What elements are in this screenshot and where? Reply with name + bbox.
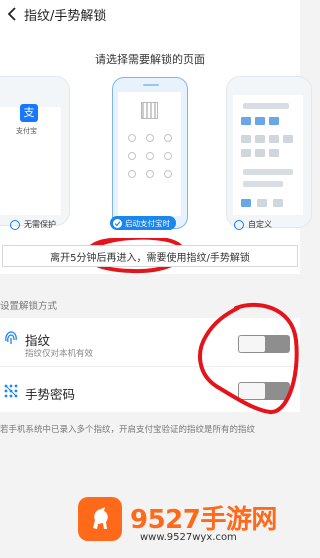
option-label: 自定义	[248, 220, 272, 229]
gesture-dot	[128, 152, 136, 160]
gesture-label: 手势密码	[25, 387, 76, 402]
alipay-app-label: 支付宝	[16, 127, 37, 135]
preview-tile	[255, 135, 265, 143]
radio-icon[interactable]	[10, 219, 20, 230]
gesture-dot	[128, 170, 136, 178]
section-label: 设置解锁方式	[0, 301, 58, 312]
alipay-logo-icon: 支	[20, 104, 38, 122]
preview-tile	[241, 135, 251, 143]
gesture-dot	[146, 170, 154, 178]
preview-tile	[269, 117, 279, 125]
preview-no-protection[interactable]	[0, 76, 70, 226]
gesture-dot	[164, 170, 172, 178]
option-label: 启动支付宝时	[125, 218, 170, 228]
preview-tile	[241, 117, 251, 125]
gesture-dot	[164, 152, 172, 160]
phone-speaker	[143, 84, 159, 86]
preview-tile	[269, 135, 279, 143]
watermark-title: 9527手游网	[130, 505, 277, 535]
chooser-subtitle: 请选择需要解锁的页面	[95, 53, 205, 66]
preview-screen	[0, 107, 61, 215]
preview-custom[interactable]	[226, 76, 312, 228]
gesture-dot	[128, 134, 136, 142]
horse-logo-icon	[78, 497, 122, 541]
option-custom[interactable]: 自定义	[234, 219, 272, 230]
avatar-placeholder-icon	[141, 102, 158, 119]
radio-icon[interactable]	[234, 219, 244, 230]
gesture-dot	[164, 134, 172, 142]
fingerprint-icon	[5, 331, 17, 344]
preview-tile	[269, 149, 279, 157]
check-circle-icon	[113, 218, 122, 228]
preview-tile	[273, 199, 283, 207]
preview-tile	[283, 135, 293, 143]
unlock-notice: 离开5分钟后再进入，需要使用指纹/手势解锁	[2, 245, 298, 267]
preview-screen	[233, 95, 303, 215]
gesture-dot	[146, 152, 154, 160]
unlock-page-chooser: 请选择需要解锁的页面 支 支付宝 无需保护 启动支付宝时 自定义	[0, 28, 312, 274]
option-on-launch[interactable]: 启动支付宝时	[110, 216, 176, 230]
gesture-grid-icon	[4, 384, 18, 398]
watermark-url: www.9527wyx.com	[140, 532, 237, 543]
title-bar: 指纹/手势解锁	[0, 0, 300, 28]
preview-on-launch[interactable]	[112, 77, 188, 229]
preview-tile	[255, 117, 265, 125]
preview-bar	[243, 103, 289, 109]
preview-bar	[243, 181, 283, 187]
page-title: 指纹/手势解锁	[24, 8, 107, 24]
fingerprint-footnote: 若手机系统中已录入多个指纹，开启支付宝验证的指纹是所有的指纹	[0, 425, 256, 435]
site-watermark: 9527手游网 www.9527wyx.com	[78, 497, 300, 555]
preview-screen	[118, 92, 181, 216]
option-label: 无需保护	[24, 220, 56, 229]
preview-tile	[241, 199, 251, 207]
gesture-dot	[146, 134, 154, 142]
red-annotation-loop	[198, 302, 299, 414]
preview-tile	[241, 149, 251, 157]
gesture-dots-grid	[128, 134, 172, 178]
preview-tile	[257, 199, 267, 207]
fingerprint-sublabel: 指纹仅对本机有效	[25, 349, 94, 359]
option-no-protection[interactable]: 无需保护	[10, 219, 56, 230]
preview-tile	[255, 149, 265, 157]
preview-bar	[243, 169, 293, 175]
back-arrow-icon[interactable]	[2, 4, 22, 24]
